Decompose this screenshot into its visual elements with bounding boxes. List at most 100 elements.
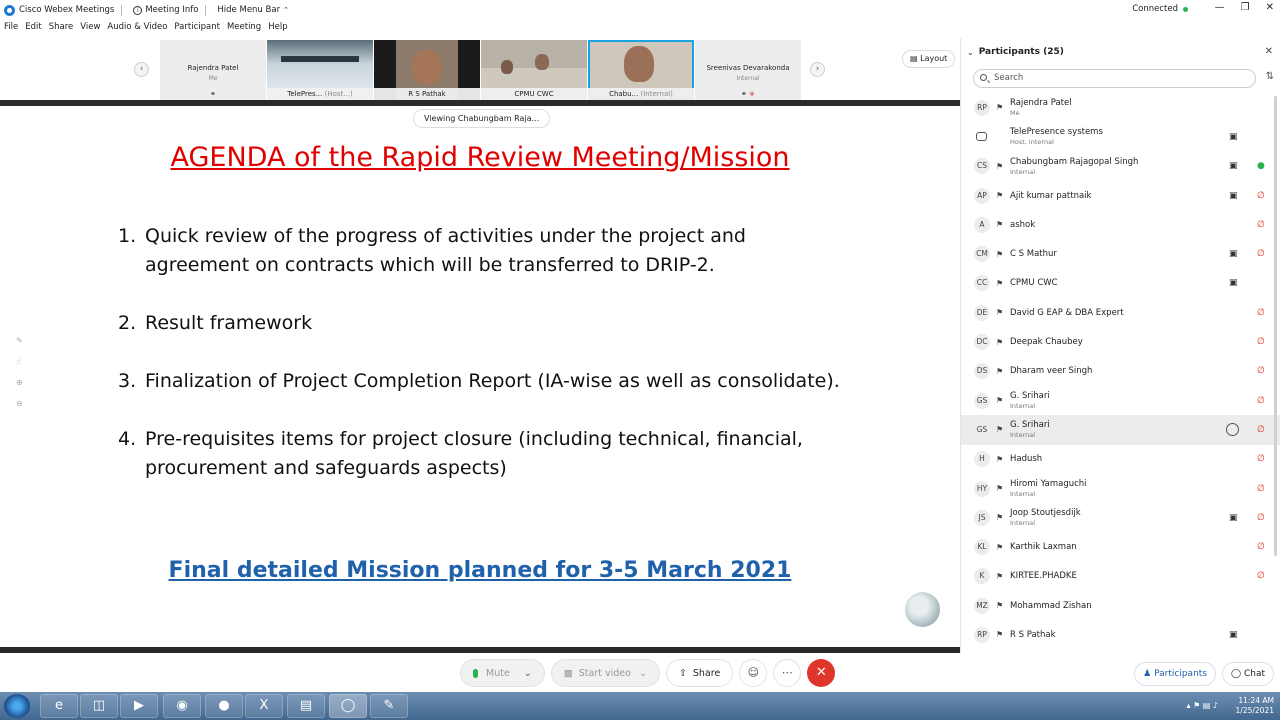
muted-mic-icon[interactable]: ∅: [1257, 454, 1265, 464]
active-mic-icon[interactable]: ●: [1257, 161, 1265, 171]
participant-row[interactable]: CM ⚑ C S Mathur ▣ ∅: [961, 239, 1280, 268]
smiley-icon: ☺: [747, 666, 760, 679]
participant-row[interactable]: AP ⚑ Ajit kumar pattnaik ▣ ∅: [961, 181, 1280, 210]
video-tile-rs-pathak[interactable]: R S Pathak: [374, 40, 480, 100]
system-tray[interactable]: ▴ ⚑ ▤ ♪: [1187, 701, 1218, 710]
muted-mic-icon[interactable]: ∅: [1257, 191, 1265, 201]
video-tile-sreenivas[interactable]: Sreenivas Devarakonda Internal ⚭ ⧺: [695, 40, 801, 100]
menu-edit[interactable]: Edit: [25, 22, 41, 38]
close-window-icon[interactable]: ✕: [1266, 2, 1274, 13]
muted-mic-icon[interactable]: ∅: [1257, 366, 1265, 376]
paint-icon[interactable]: ✎: [370, 694, 408, 718]
participant-row[interactable]: DS ⚑ Dharam veer Singh ∅: [961, 357, 1280, 386]
search-icon: [980, 74, 987, 81]
participant-row[interactable]: DC ⚑ Deepak Chaubey ∅: [961, 327, 1280, 356]
participant-row[interactable]: JS ⚑ Joop Stoutjesdijk Internal ▣ ∅: [961, 503, 1280, 532]
participant-row[interactable]: GS ⚑ G. Srihari Internal ∅: [961, 415, 1280, 445]
start-video-button[interactable]: ▩ Start video ⌄: [550, 659, 660, 687]
audio-device-icon: ⚑: [996, 542, 1004, 552]
audio-device-icon: ⚑: [996, 220, 1004, 230]
ie-icon[interactable]: e: [40, 694, 78, 718]
video-tile-cpmu-cwc[interactable]: CPMU CWC: [481, 40, 587, 100]
muted-mic-icon[interactable]: ∅: [1257, 337, 1265, 347]
participant-row[interactable]: CC ⚑ CPMU CWC ▣: [961, 269, 1280, 298]
leave-meeting-button[interactable]: ✕: [807, 659, 836, 687]
layout-button[interactable]: ▤ Layout: [902, 50, 956, 68]
participant-row[interactable]: RP ⚑ Rajendra Patel Me: [961, 93, 1280, 122]
muted-mic-icon[interactable]: ∅: [1257, 542, 1265, 552]
notepad-icon[interactable]: ▤: [287, 694, 325, 718]
participant-row[interactable]: DE ⚑ David G EAP & DBA Expert ∅: [961, 298, 1280, 327]
hide-menu-bar-button[interactable]: Hide Menu Bar ⌃: [217, 5, 289, 15]
agenda-text: Result framework: [145, 312, 313, 334]
muted-mic-icon[interactable]: ∅: [1257, 484, 1265, 494]
menu-meeting[interactable]: Meeting: [227, 22, 261, 38]
muted-mic-icon[interactable]: ∅: [1257, 249, 1265, 259]
participant-name-text: R S Pathak: [1010, 629, 1056, 640]
scrollbar[interactable]: [1274, 96, 1277, 556]
meeting-info-button[interactable]: i Meeting Info: [133, 5, 198, 15]
video-tile-rajendra[interactable]: Rajendra Patel Me ⚭: [160, 40, 266, 100]
chat-tab-button[interactable]: ◯ Chat: [1222, 662, 1274, 686]
filmstrip-next-button[interactable]: ›: [810, 62, 825, 77]
pen-icon[interactable]: ✎: [16, 336, 23, 345]
menu-share[interactable]: Share: [49, 22, 74, 38]
excel-icon[interactable]: X: [245, 694, 283, 718]
menu-audio-video[interactable]: Audio & Video: [107, 22, 167, 38]
participant-row[interactable]: A ⚑ ashok ∅: [961, 210, 1280, 239]
avatar: CS: [974, 158, 990, 175]
participant-row[interactable]: K ⚑ KIRTEE.PHADKE ∅: [961, 562, 1280, 591]
muted-mic-icon[interactable]: ∅: [1257, 220, 1265, 230]
participant-row[interactable]: CS ⚑ Chabungbam Rajagopal Singh Internal ▣ ●: [961, 152, 1280, 181]
filmstrip-prev-button[interactable]: ‹: [134, 62, 149, 77]
participant-row[interactable]: HY ⚑ Hiromi Yamaguchi Internal ∅: [961, 474, 1280, 503]
chevron-down-icon[interactable]: ⌄: [524, 668, 532, 679]
participant-row[interactable]: GS ⚑ G. Srihari Internal ∅: [961, 386, 1280, 415]
pointer-icon[interactable]: ☝: [16, 357, 23, 366]
floating-orb-icon[interactable]: [905, 592, 940, 627]
participants-tab-button[interactable]: ♟ Participants: [1134, 662, 1216, 686]
close-panel-icon[interactable]: ✕: [1265, 46, 1273, 57]
menu-file[interactable]: File: [4, 22, 18, 38]
folder-icon[interactable]: ◫: [80, 694, 118, 718]
video-tile-chabungbam[interactable]: Chabu... (Internal): [588, 40, 694, 100]
restore-icon[interactable]: ❐: [1241, 2, 1250, 13]
menu-view[interactable]: View: [80, 22, 100, 38]
menu-help[interactable]: Help: [268, 22, 287, 38]
minimize-icon[interactable]: —: [1215, 2, 1225, 13]
chat-bubble-icon[interactable]: [1226, 423, 1239, 437]
start-button[interactable]: [4, 694, 30, 718]
mute-button[interactable]: Mute ⌄: [460, 659, 545, 687]
muted-mic-icon[interactable]: ∅: [1257, 396, 1265, 406]
participant-row[interactable]: TelePresence systems Host, internal ▣: [961, 122, 1280, 151]
clock[interactable]: 11:24 AM 1/25/2021: [1236, 696, 1274, 716]
media-player-icon[interactable]: ▶: [120, 694, 158, 718]
sort-icon[interactable]: ⇅: [1266, 71, 1274, 82]
share-button[interactable]: ⇧ Share: [665, 659, 734, 687]
muted-mic-icon[interactable]: ∅: [1257, 425, 1265, 435]
zoom-out-icon[interactable]: ⊖: [16, 399, 23, 408]
more-options-button[interactable]: ⋯: [773, 659, 802, 687]
reactions-button[interactable]: ☺: [739, 659, 768, 687]
video-tile-telepresence[interactable]: TelePres... (Host...): [267, 40, 373, 100]
participant-row[interactable]: KL ⚑ Karthik Laxman ∅: [961, 532, 1280, 561]
muted-mic-icon[interactable]: ∅: [1257, 308, 1265, 318]
zoom-in-icon[interactable]: ⊕: [16, 378, 23, 387]
chrome-icon[interactable]: ◉: [163, 694, 201, 718]
video-camera-icon: ▣: [1229, 190, 1238, 201]
webex-taskbar-icon[interactable]: ◯: [329, 694, 367, 718]
menu-participant[interactable]: Participant: [174, 22, 220, 38]
muted-mic-icon[interactable]: ∅: [1257, 513, 1265, 523]
participant-row[interactable]: MZ ⚑ Mohammad Zishan: [961, 591, 1280, 620]
firefox-icon[interactable]: ●: [205, 694, 243, 718]
participant-name: KIRTEE.PHADKE: [1010, 571, 1077, 581]
muted-mic-icon[interactable]: ∅: [1257, 571, 1265, 581]
participant-row[interactable]: RP ⚑ R S Pathak ▣: [961, 620, 1280, 649]
search-input[interactable]: Search: [973, 69, 1256, 88]
person-face: [624, 46, 654, 82]
participant-row[interactable]: H ⚑ Hadush ∅: [961, 445, 1280, 474]
avatar: DE: [974, 304, 990, 321]
webex-logo-icon: [4, 4, 15, 16]
chevron-down-icon[interactable]: ⌄: [639, 668, 647, 679]
participants-header[interactable]: ⌄ Participants (25): [967, 47, 1064, 57]
